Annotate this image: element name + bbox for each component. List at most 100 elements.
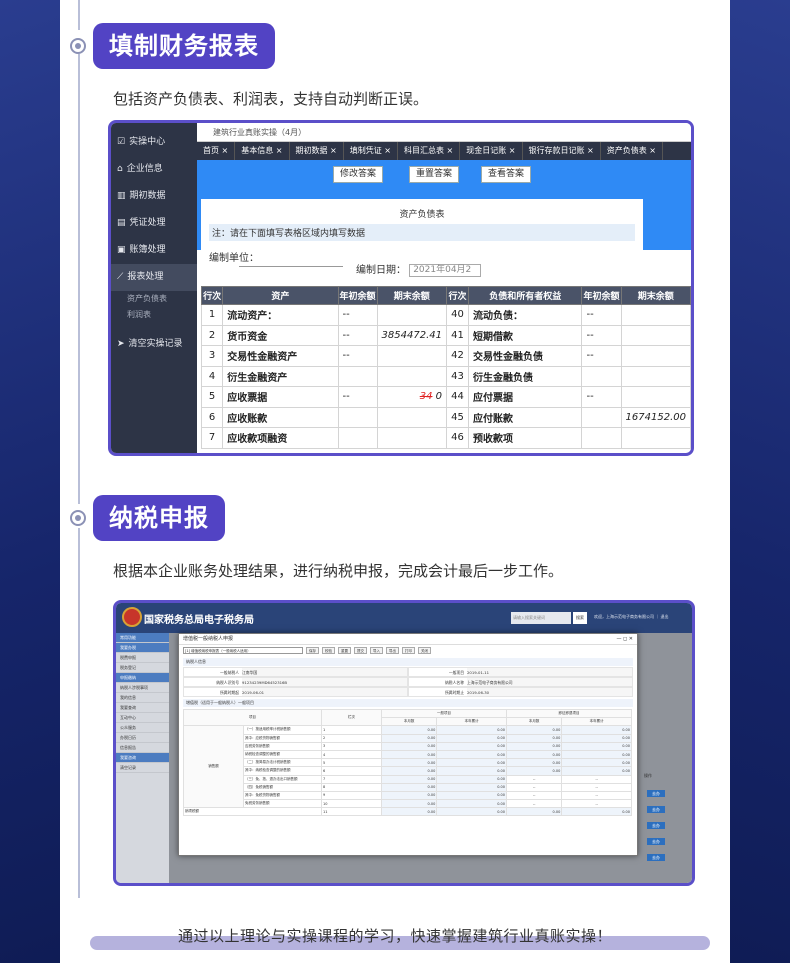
amount-cell[interactable]: 0.00 <box>380 725 438 735</box>
amount-cell[interactable]: 0.00 <box>380 774 438 784</box>
amount-cell[interactable]: -- <box>581 324 622 346</box>
info-value[interactable]: 2019-06-01 <box>242 688 407 696</box>
amount-cell[interactable]: 0.00 <box>436 774 507 784</box>
amount-cell[interactable] <box>581 406 622 428</box>
amount-cell[interactable] <box>376 365 448 387</box>
amount-cell[interactable] <box>376 304 448 326</box>
go-button[interactable]: 去办 <box>647 822 665 829</box>
amount-cell[interactable]: 0.00 <box>380 741 438 751</box>
amount-cell[interactable]: 0.00 <box>436 799 507 809</box>
amount-cell[interactable]: 0.00 <box>380 782 438 792</box>
close-button[interactable]: 关闭 <box>418 647 431 654</box>
amount-cell[interactable] <box>581 427 622 449</box>
clear-records-button[interactable]: ➤ 清空实操记录 <box>111 331 197 358</box>
info-value[interactable]: 91234239MD6452316B <box>242 678 407 686</box>
amount-cell[interactable]: 0.00 <box>561 766 632 776</box>
sidebar-item[interactable]: 我的信息 <box>116 693 169 703</box>
sidebar-item[interactable]: 纳税人涉税事项 <box>116 683 169 693</box>
amount-cell[interactable] <box>620 304 691 326</box>
sidebar-item[interactable]: 信息报告 <box>116 743 169 753</box>
amount-cell[interactable] <box>337 365 378 387</box>
sidebar-subitem-income-statement[interactable]: 利润表 <box>111 307 197 323</box>
amount-cell[interactable]: 0.00 <box>561 807 632 817</box>
sidebar-item[interactable]: 办税日历 <box>116 733 169 743</box>
amount-cell[interactable] <box>620 427 691 449</box>
amount-cell[interactable]: -- <box>337 386 378 408</box>
info-value[interactable]: 上海示范电子商务有限公司 <box>467 678 632 686</box>
go-button[interactable]: 去办 <box>647 790 665 797</box>
amount-cell[interactable]: 0.00 <box>436 758 507 768</box>
sidebar-item-vouchers[interactable]: ▤ 凭证处理 <box>111 210 197 237</box>
sidebar-item[interactable]: 公众服务 <box>116 723 169 733</box>
amount-cell[interactable] <box>376 427 448 449</box>
amount-cell[interactable]: 0.00 <box>561 741 632 751</box>
tab-summary[interactable]: 科目汇总表 × <box>398 142 461 160</box>
sidebar-item[interactable]: 税务登记 <box>116 663 169 673</box>
tab-home[interactable]: 首页 × <box>197 142 236 160</box>
sidebar-item-company-info[interactable]: ⌂ 企业信息 <box>111 156 197 183</box>
amount-cell[interactable] <box>337 406 378 428</box>
amount-cell[interactable]: 0.00 <box>436 725 507 735</box>
submit-button[interactable]: 提交 <box>354 647 367 654</box>
view-answer-button[interactable]: 查看答案 <box>481 166 532 183</box>
amount-cell[interactable]: -- <box>581 386 622 408</box>
amount-cell[interactable]: 0.00 <box>505 749 563 760</box>
amount-cell[interactable] <box>376 406 448 428</box>
amount-cell[interactable]: -- <box>581 304 622 326</box>
sidebar-item[interactable]: 我要查询 <box>116 703 169 713</box>
amount-cell[interactable] <box>376 345 448 367</box>
amount-cell[interactable] <box>581 365 622 387</box>
tab-bank-journal[interactable]: 银行存款日记账 × <box>523 142 601 160</box>
go-button[interactable]: 去办 <box>647 854 665 861</box>
amount-cell[interactable]: 0.00 <box>380 799 438 809</box>
search-input[interactable]: 请输入搜索关键词 <box>511 612 571 624</box>
amount-cell[interactable]: 0.00 <box>505 725 563 735</box>
sidebar-item[interactable]: 我要咨询 <box>116 753 169 763</box>
print-button[interactable]: 打印 <box>402 647 415 654</box>
amount-cell[interactable]: 0.00 <box>561 733 632 743</box>
amount-cell[interactable] <box>620 324 691 346</box>
form-select[interactable]: [1] 增值税纳税申报表（一般纳税人适用） <box>183 647 303 654</box>
amount-cell[interactable]: 0.00 <box>436 733 507 743</box>
amount-cell[interactable] <box>620 365 691 387</box>
info-value[interactable]: 2019-01-11 <box>467 668 632 676</box>
export-button[interactable]: 导出 <box>386 647 399 654</box>
amount-cell[interactable]: 0.00 <box>505 807 563 817</box>
tab-opening-data[interactable]: 期初数据 × <box>290 142 344 160</box>
edit-answer-button[interactable]: 修改答案 <box>333 166 384 183</box>
amount-cell[interactable]: 0.00 <box>380 733 438 743</box>
amount-cell[interactable]: 0.00 <box>436 782 507 792</box>
sidebar-item[interactable]: 申报缴纳 <box>116 673 169 683</box>
amount-cell[interactable]: -- <box>337 324 378 346</box>
sidebar-item[interactable]: 清空记录 <box>116 763 169 773</box>
import-button[interactable]: 导入 <box>370 647 383 654</box>
amount-cell[interactable]: 0.00 <box>561 758 632 768</box>
tab-fill-voucher[interactable]: 填制凭证 × <box>344 142 398 160</box>
amount-cell[interactable]: 0.00 <box>380 749 438 760</box>
tab-basic-info[interactable]: 基本信息 × <box>235 142 290 160</box>
tab-cash-journal[interactable]: 现金日记账 × <box>460 142 523 160</box>
info-value[interactable]: 2019-06-30 <box>467 688 632 696</box>
amount-cell[interactable]: 34 0 <box>376 386 448 408</box>
reset-answer-button[interactable]: 重置答案 <box>409 166 460 183</box>
unit-input[interactable] <box>239 266 343 267</box>
amount-cell[interactable]: -- <box>581 345 622 367</box>
amount-cell[interactable]: 0.00 <box>380 807 438 817</box>
search-button[interactable]: 搜索 <box>573 612 587 624</box>
amount-cell[interactable]: 3854472.41 <box>376 324 448 346</box>
amount-cell[interactable]: -- <box>337 345 378 367</box>
amount-cell[interactable] <box>337 427 378 449</box>
save-button[interactable]: 保存 <box>306 647 319 654</box>
sidebar-item[interactable]: 我要办税 <box>116 643 169 653</box>
validate-button[interactable]: 校验 <box>322 647 335 654</box>
tab-balance-sheet[interactable]: 资产负债表 × <box>601 142 663 160</box>
amount-cell[interactable] <box>620 386 691 408</box>
date-input[interactable]: 2021年04月2 <box>409 263 482 277</box>
amount-cell[interactable]: 0.00 <box>380 758 438 768</box>
amount-cell[interactable] <box>620 345 691 367</box>
amount-cell[interactable]: 0.00 <box>505 766 563 776</box>
sidebar-item[interactable]: 税费申报 <box>116 653 169 663</box>
amount-cell[interactable]: 0.00 <box>436 807 507 817</box>
close-icon[interactable]: — ◻ ✕ <box>616 634 637 645</box>
amount-cell[interactable]: 0.00 <box>505 733 563 743</box>
